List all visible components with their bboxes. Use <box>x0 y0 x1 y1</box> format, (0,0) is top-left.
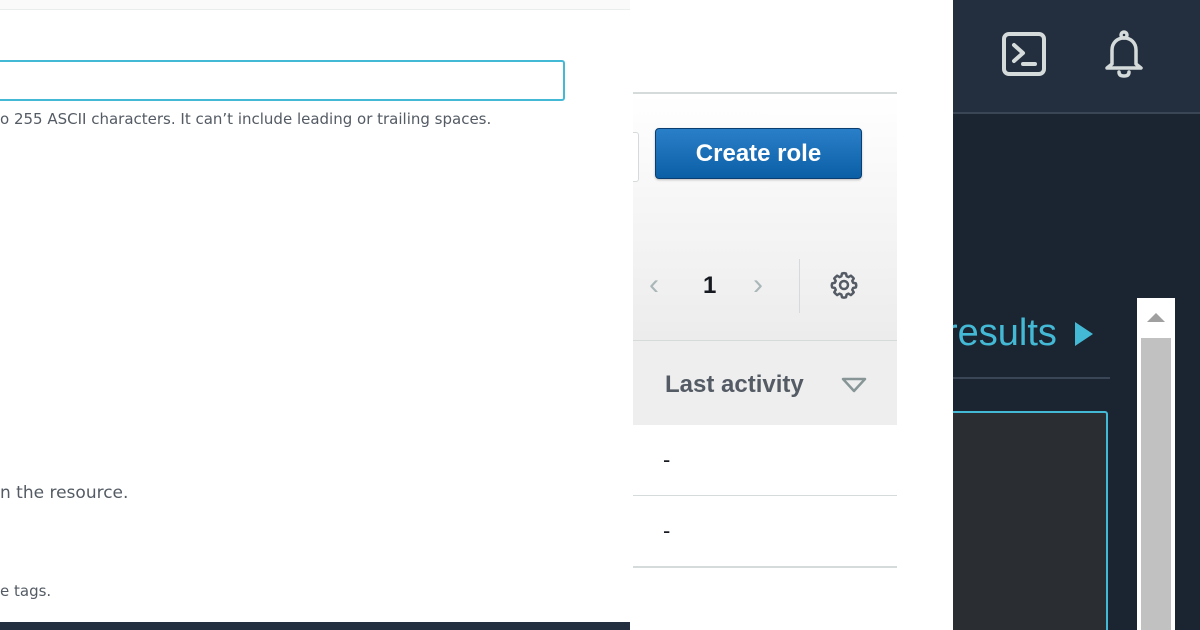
gear-icon[interactable] <box>829 270 859 300</box>
role-description-input[interactable] <box>0 60 565 101</box>
scrollbar-thumb[interactable] <box>1141 338 1171 630</box>
previous-page-icon[interactable]: ‹ <box>649 270 659 300</box>
roles-table-panel: Create role ‹ 1 › Last activity - - <box>633 0 897 630</box>
column-header-label: Last activity <box>665 371 804 398</box>
table-row[interactable]: - <box>633 496 897 568</box>
next-page-icon[interactable]: › <box>753 270 763 300</box>
pager-divider <box>799 259 800 313</box>
tags-helper-text: e tags. <box>0 582 52 600</box>
input-helper-text: o 255 ASCII characters. It can’t include… <box>0 110 492 128</box>
cloudshell-icon[interactable] <box>1001 31 1047 77</box>
console-header <box>953 0 1200 114</box>
secondary-button-edge[interactable] <box>633 132 639 182</box>
scroll-up-icon[interactable] <box>1145 310 1167 324</box>
form-footer-bar <box>0 622 630 630</box>
column-header-last-activity[interactable]: Last activity <box>633 340 897 426</box>
last-activity-cell: - <box>663 447 671 472</box>
results-output-area[interactable] <box>953 411 1108 630</box>
vertical-scrollbar[interactable] <box>1137 298 1175 630</box>
last-activity-cell: - <box>663 518 671 543</box>
table-bottom-space <box>633 568 897 630</box>
table-row[interactable]: - <box>633 425 897 496</box>
play-icon[interactable] <box>1073 320 1095 348</box>
bell-icon[interactable] <box>1101 30 1147 78</box>
table-toolbar: Create role ‹ 1 › <box>633 94 897 340</box>
console-panel: results <box>953 0 1200 630</box>
results-link[interactable]: results <box>953 312 1057 355</box>
resource-helper-text: n the resource. <box>0 483 129 503</box>
create-role-button[interactable]: Create role <box>655 128 862 179</box>
form-panel: o 255 ASCII characters. It can’t include… <box>0 0 630 630</box>
form-top-bar <box>0 0 630 10</box>
current-page-number[interactable]: 1 <box>703 272 716 300</box>
results-divider <box>953 377 1110 379</box>
sort-descending-icon[interactable] <box>841 377 867 393</box>
